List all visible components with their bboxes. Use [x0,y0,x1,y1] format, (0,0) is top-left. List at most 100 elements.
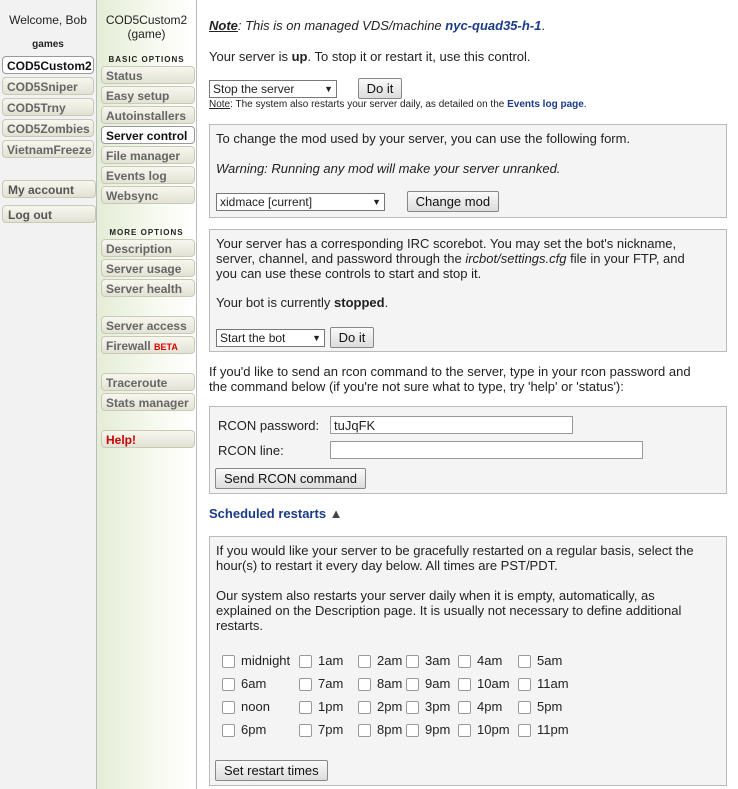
change-mod-button[interactable]: Change mod [406,191,500,212]
hour-option-7pm[interactable]: 7pm [299,722,343,738]
hour-checkbox[interactable] [518,724,531,738]
game-tab-cod5trny[interactable]: COD5Trny [2,98,94,116]
hour-checkbox[interactable] [518,701,531,715]
hour-checkbox[interactable] [406,678,419,692]
hour-option-6am[interactable]: 6am [222,676,266,692]
hour-checkbox[interactable] [299,724,312,738]
hour-option-2pm[interactable]: 2pm [358,699,402,715]
logout-button[interactable]: Log out [2,205,96,223]
hour-option-5pm[interactable]: 5pm [518,699,562,715]
my-account-button[interactable]: My account [2,180,96,198]
server-action-select[interactable]: Stop the server ▼ [209,80,337,98]
nav-autoinstallers[interactable]: Autoinstallers [101,106,195,124]
hour-option-10am[interactable]: 10am [458,676,510,692]
hour-checkbox[interactable] [406,655,419,669]
hour-checkbox[interactable] [358,724,371,738]
hour-option-4pm[interactable]: 4pm [458,699,502,715]
hour-option-7am[interactable]: 7am [299,676,343,692]
nav-server-access[interactable]: Server access [101,316,195,334]
nav-server-usage[interactable]: Server usage [101,259,195,277]
mod-control-row: xidmace [current] ▼ Change mod [216,191,500,212]
hour-checkbox[interactable] [299,655,312,669]
hour-checkbox[interactable] [406,724,419,738]
hour-checkbox[interactable] [458,678,471,692]
server-status-value: up [291,49,308,64]
mod-change-box: To change the mod used by your server, y… [209,124,727,218]
rcon-password-input[interactable]: tuJqFK [330,416,573,434]
hour-option-8am[interactable]: 8am [358,676,402,692]
collapse-arrow-icon[interactable]: ▲ [330,506,343,521]
scheduled-restarts-header[interactable]: Scheduled restarts ▲ [209,506,343,521]
nav-file-manager[interactable]: File manager [101,146,195,164]
rcon-line-input[interactable] [330,441,643,459]
hour-option-2am[interactable]: 2am [358,653,402,669]
hour-option-1am[interactable]: 1am [299,653,343,669]
irc-text-2: server, channel, and password through th… [216,251,466,266]
nav-events-log[interactable]: Events log [101,166,195,184]
events-log-link[interactable]: Events log page [507,99,584,110]
hour-option-11am[interactable]: 11am [518,676,569,692]
hour-checkbox[interactable] [222,678,235,692]
hour-option-10pm[interactable]: 10pm [458,722,510,738]
send-rcon-button[interactable]: Send RCON command [215,468,366,489]
hour-option-4am[interactable]: 4am [458,653,502,669]
hour-option-8pm[interactable]: 8pm [358,722,402,738]
hour-option-6pm[interactable]: 6pm [222,722,266,738]
hour-checkbox[interactable] [458,701,471,715]
hour-checkbox[interactable] [406,701,419,715]
hour-option-5am[interactable]: 5am [518,653,562,669]
hour-checkbox[interactable] [299,678,312,692]
game-tab-cod5sniper[interactable]: COD5Sniper [2,77,94,95]
game-tab-vietnamfreeze[interactable]: VietnamFreeze [2,140,94,158]
hour-option-11pm[interactable]: 11pm [518,722,569,738]
hour-label: 1pm [318,699,344,714]
hour-checkbox[interactable] [222,655,235,669]
hour-option-9pm[interactable]: 9pm [406,722,450,738]
game-name: COD5Custom2 [105,13,188,27]
bot-do-it-button[interactable]: Do it [329,327,375,348]
hour-checkbox[interactable] [518,655,531,669]
nav-help[interactable]: Help! [101,430,195,448]
hour-checkbox[interactable] [458,724,471,738]
hour-checkbox[interactable] [222,724,235,738]
irc-description: Your server has a corresponding IRC scor… [216,236,685,281]
irc-bot-box: Your server has a corresponding IRC scor… [209,229,727,352]
hour-checkbox[interactable] [358,655,371,669]
hour-checkbox[interactable] [358,701,371,715]
hour-checkbox[interactable] [458,655,471,669]
nav-description[interactable]: Description [101,239,195,257]
nav-stats-manager[interactable]: Stats manager [101,393,195,411]
set-restart-times-button[interactable]: Set restart times [215,760,328,781]
hour-checkbox[interactable] [518,678,531,692]
hour-option-3am[interactable]: 3am [406,653,450,669]
hour-option-noon[interactable]: noon [222,699,270,715]
nav-easy-setup[interactable]: Easy setup [101,86,195,104]
bot-action-select[interactable]: Start the bot ▼ [216,329,325,347]
hour-option-3pm[interactable]: 3pm [406,699,450,715]
nav-server-health[interactable]: Server health [101,279,195,297]
nav-firewall[interactable]: Firewall BETA [101,336,195,354]
server-do-it-button[interactable]: Do it [357,78,403,99]
rcon-box: RCON password: tuJqFK RCON line: Send RC… [209,406,727,494]
mod-warning: Warning: Running any mod will make your … [216,161,561,176]
mod-select[interactable]: xidmace [current] ▼ [216,193,385,211]
machine-link[interactable]: nyc-quad35-h-1 [445,18,541,33]
hour-option-1pm[interactable]: 1pm [299,699,344,715]
hour-option-9am[interactable]: 9am [406,676,451,692]
hour-label: 9am [425,676,451,691]
game-tab-cod5zombies[interactable]: COD5Zombies [2,119,94,137]
nav-firewall-label: Firewall [106,339,151,353]
nav-status[interactable]: Status [101,66,195,84]
hour-option-midnight[interactable]: midnight [222,653,290,669]
hour-checkbox[interactable] [358,678,371,692]
nav-websync[interactable]: Websync [101,186,195,204]
account-sidebar: Welcome, Bob games COD5Custom2 COD5Snipe… [0,0,97,789]
game-tab-cod5custom2[interactable]: COD5Custom2 [2,56,94,74]
irc-text-3: file in your FTP, and [566,251,685,266]
hour-checkbox[interactable] [222,701,235,715]
irc-line-4: you can use these controls to start and … [216,266,482,281]
hour-checkbox[interactable] [299,701,312,715]
server-control-row: Stop the server ▼ Do it [209,78,403,99]
nav-traceroute[interactable]: Traceroute [101,373,195,391]
nav-server-control[interactable]: Server control [101,126,195,144]
